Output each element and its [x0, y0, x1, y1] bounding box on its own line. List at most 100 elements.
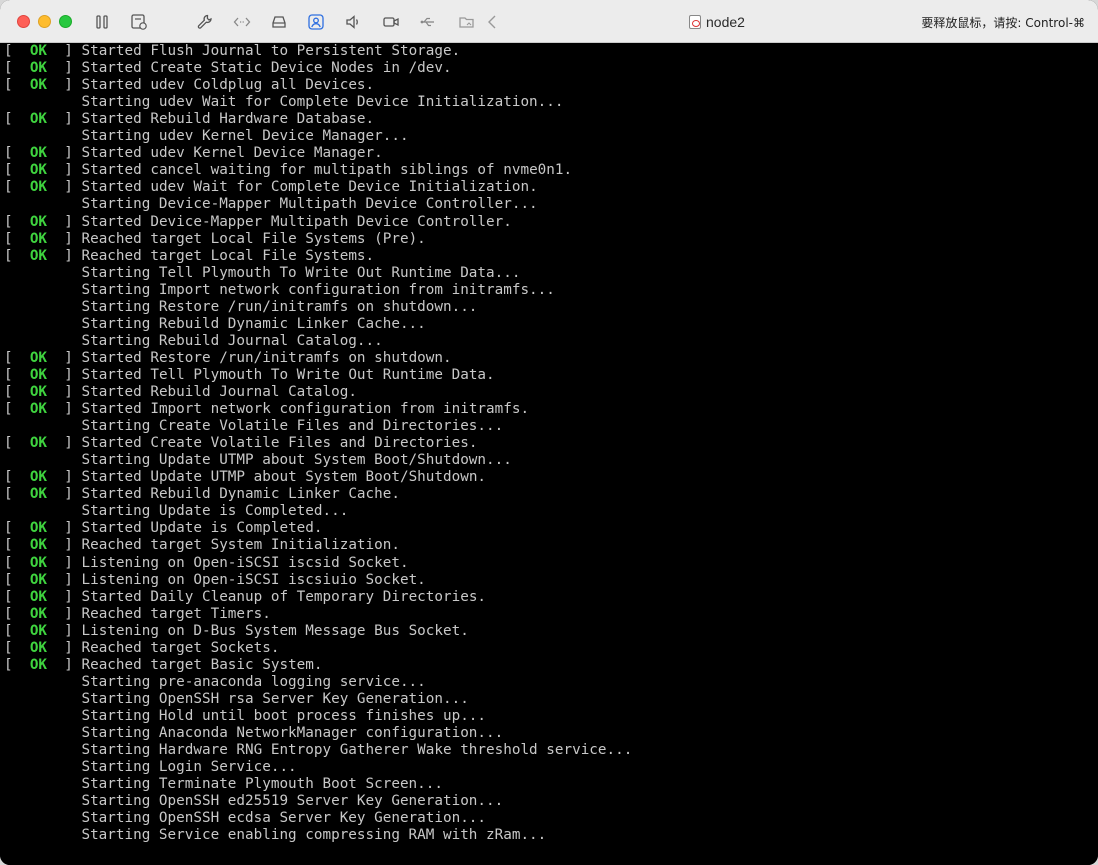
- code-icon[interactable]: [231, 11, 253, 33]
- status-prefix: [4, 452, 81, 468]
- console-line-text: Starting OpenSSH rsa Server Key Generati…: [81, 690, 469, 707]
- status-prefix: [ OK ]: [4, 349, 82, 366]
- back-chevron-icon[interactable]: [482, 11, 504, 33]
- console-line: Starting OpenSSH rsa Server Key Generati…: [4, 690, 469, 708]
- console-line-text: Starting Terminate Plymouth Boot Screen.…: [81, 776, 443, 793]
- user-sharing-icon[interactable]: [305, 11, 327, 33]
- ok-status-badge: OK: [29, 435, 48, 452]
- status-prefix: [ OK ]: [4, 213, 82, 230]
- console-line: Starting Service enabling compressing RA…: [4, 827, 546, 844]
- usb-icon[interactable]: [417, 11, 439, 33]
- status-prefix: [4, 418, 81, 434]
- console-line: Starting OpenSSH ed25519 Server Key Gene…: [4, 793, 503, 810]
- ok-status-badge: OK: [29, 43, 48, 59]
- console-line-text: Starting OpenSSH ecdsa Server Key Genera…: [81, 810, 487, 827]
- snapshot-icon[interactable]: [128, 11, 150, 33]
- ok-status-badge: OK: [29, 60, 48, 77]
- console-line: [ OK ] Started udev Kernel Device Manage…: [4, 145, 383, 162]
- status-prefix: [ OK ]: [4, 366, 82, 383]
- console-line: [ OK ] Listening on Open-iSCSI iscsiuio …: [4, 572, 426, 589]
- console-line-text: Starting Update is Completed...: [81, 503, 349, 520]
- status-prefix: [4, 316, 81, 332]
- shared-folder-icon[interactable]: [456, 11, 478, 33]
- status-prefix: [4, 94, 81, 110]
- console-line-text: Starting OpenSSH ed25519 Server Key Gene…: [81, 793, 504, 810]
- console-line-text: Starting Import network configuration fr…: [81, 281, 555, 298]
- console-line: [ OK ] Started udev Wait for Complete De…: [4, 179, 538, 196]
- console-line: Starting Restore /run/initramfs on shutd…: [4, 299, 477, 316]
- status-prefix: [ OK ]: [4, 111, 82, 128]
- console-line-text: Reached target System Initialization.: [81, 537, 400, 554]
- console-line-text: Started Create Static Device Nodes in /d…: [81, 60, 452, 77]
- ok-status-badge: OK: [29, 622, 48, 639]
- ok-status-badge: OK: [29, 247, 48, 264]
- status-prefix: [4, 128, 81, 144]
- status-prefix: [ OK ]: [4, 162, 82, 179]
- console-line: [ OK ] Started Tell Plymouth To Write Ou…: [4, 367, 495, 384]
- status-prefix: [ OK ]: [4, 656, 82, 673]
- console-line-text: Starting Rebuild Journal Catalog...: [81, 332, 383, 349]
- console-line-text: Started Rebuild Dynamic Linker Cache.: [81, 486, 400, 503]
- minimize-window-button[interactable]: [38, 15, 51, 28]
- status-prefix: [ OK ]: [4, 537, 82, 554]
- console-line-text: Started udev Kernel Device Manager.: [81, 145, 383, 162]
- settings-wrench-icon[interactable]: [194, 11, 216, 33]
- status-prefix: [ OK ]: [4, 554, 82, 571]
- console-line-text: Started udev Wait for Complete Device In…: [81, 179, 538, 196]
- status-prefix: [ OK ]: [4, 179, 82, 196]
- console-line-text: Listening on Open-iSCSI iscsiuio Socket.: [81, 571, 426, 588]
- status-prefix: [ OK ]: [4, 520, 82, 537]
- console-line: [ OK ] Started Restore /run/initramfs on…: [4, 350, 452, 367]
- vm-console-screen[interactable]: [ OK ] Started Flush Journal to Persiste…: [0, 43, 1098, 865]
- status-prefix: [ OK ]: [4, 247, 82, 264]
- console-line-text: Started Update UTMP about System Boot/Sh…: [81, 469, 487, 486]
- window-title: node2: [689, 12, 745, 32]
- console-line: Starting Update is Completed...: [4, 503, 348, 520]
- status-prefix: [4, 265, 81, 281]
- vm-document-icon: [689, 15, 701, 29]
- disk-icon[interactable]: [268, 11, 290, 33]
- status-prefix: [ OK ]: [4, 60, 82, 77]
- status-prefix: [4, 299, 81, 315]
- ok-status-badge: OK: [29, 554, 48, 571]
- console-line: Starting Import network configuration fr…: [4, 281, 555, 299]
- status-prefix: [ OK ]: [4, 384, 82, 400]
- ok-status-badge: OK: [29, 77, 48, 94]
- console-line: Starting Rebuild Dynamic Linker Cache...: [4, 315, 426, 333]
- console-line-text: Started Import network configuration fro…: [81, 401, 530, 418]
- console-line-text: Starting Device-Mapper Multipath Device …: [81, 196, 538, 213]
- console-line: [ OK ] Reached target System Initializat…: [4, 537, 400, 554]
- console-line-text: Started Device-Mapper Multipath Device C…: [81, 213, 512, 230]
- console-line-text: Starting Restore /run/initramfs on shutd…: [81, 298, 478, 315]
- zoom-window-button[interactable]: [59, 15, 72, 28]
- status-prefix: [ OK ]: [4, 469, 82, 486]
- console-line: Starting Login Service...: [4, 759, 297, 776]
- console-line-text: Started Restore /run/initramfs on shutdo…: [81, 349, 452, 366]
- title-bar[interactable]: node2 要释放鼠标，请按: Control-⌘: [0, 0, 1098, 43]
- sound-icon[interactable]: [342, 11, 364, 33]
- console-line: [ OK ] Listening on Open-iSCSI iscsid So…: [4, 555, 409, 572]
- console-line-text: Reached target Local File Systems (Pre).: [81, 230, 426, 247]
- console-line: Starting udev Kernel Device Manager...: [4, 128, 408, 145]
- ok-status-badge: OK: [29, 639, 48, 656]
- status-prefix: [ OK ]: [4, 605, 82, 622]
- ok-status-badge: OK: [29, 571, 48, 588]
- ok-status-badge: OK: [29, 469, 48, 486]
- camera-icon[interactable]: [380, 11, 402, 33]
- status-prefix: [ OK ]: [4, 43, 82, 59]
- status-prefix: [4, 827, 81, 843]
- status-prefix: [ OK ]: [4, 639, 82, 656]
- ok-status-badge: OK: [29, 179, 48, 196]
- console-line: [ OK ] Started cancel waiting for multip…: [4, 162, 572, 179]
- console-line-text: Starting Login Service...: [81, 759, 297, 776]
- ok-status-badge: OK: [29, 537, 48, 554]
- close-window-button[interactable]: [17, 15, 30, 28]
- ok-status-badge: OK: [29, 213, 48, 230]
- console-line: Starting OpenSSH ecdsa Server Key Genera…: [4, 810, 486, 827]
- console-line-text: Reached target Timers.: [81, 605, 271, 622]
- vm-window: node2 要释放鼠标，请按: Control-⌘ [ OK ] Started…: [0, 0, 1098, 865]
- status-prefix: [4, 759, 81, 775]
- console-line-text: Starting Rebuild Dynamic Linker Cache...: [81, 315, 426, 332]
- status-prefix: [4, 708, 81, 724]
- pause-icon[interactable]: [91, 11, 113, 33]
